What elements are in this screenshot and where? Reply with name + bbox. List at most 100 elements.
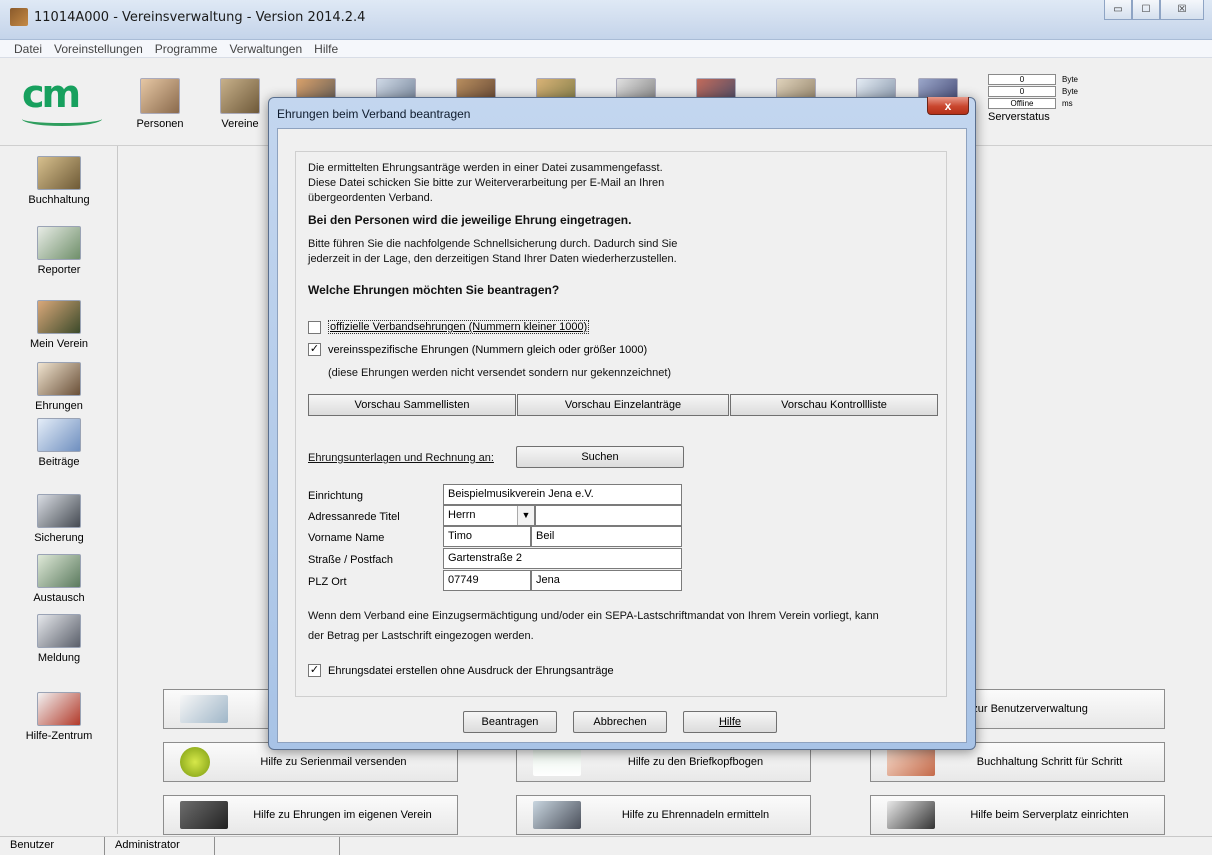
server-unit: Byte [1062,75,1079,84]
checkbox-official-box[interactable] [308,320,321,334]
persons-icon [140,78,180,114]
window-close-button[interactable]: ☒ [1160,0,1204,20]
checkbox-club-box[interactable]: ✓ [308,343,321,356]
hilfe-button-label: Hilfe [718,716,741,728]
status-user-value: Administrator [105,837,215,855]
help-button-label: Hilfe zu Ehrennadeln ermitteln [621,809,770,821]
help-button-label: Hilfe zu den Briefkopfbogen [627,756,764,768]
vorname-field[interactable]: Timo [443,526,531,547]
sidebar-item-meldung[interactable]: Meldung [0,614,118,664]
minimize-button[interactable]: ▭ [1104,0,1132,20]
server-status-panel: 0 Byte 0 Byte Offline ms Serverstatus [988,74,1108,123]
server-bytes-received: 0 [988,86,1056,97]
search-button[interactable]: Suchen [516,446,684,468]
abbrechen-button[interactable]: Abbrechen [573,711,667,733]
sidebar-item-reporter[interactable]: Reporter [0,226,118,276]
sidebar-item-mein-verein[interactable]: Mein Verein [0,300,118,350]
sidebar-item-label: Buchhaltung [28,194,90,206]
backup-line-2: jederzeit in der Lage, den derzeitigen S… [308,253,677,265]
ambulance-icon [37,692,81,726]
sidebar-item-label: Sicherung [34,532,84,544]
sidebar-item-hilfe-zentrum[interactable]: Hilfe-Zentrum [0,692,118,742]
report-laptop-icon [37,614,81,648]
honors-icon [37,362,81,396]
letterhead-icon [533,748,581,776]
maximize-button[interactable]: ☐ [1132,0,1160,20]
sidebar-item-buchhaltung[interactable]: Buchhaltung [0,156,118,206]
dialog-content-frame: Die ermittelten Ehrungsanträge werden in… [295,151,947,697]
group-photo-icon [180,801,228,829]
dialog-ehrungen-beantragen: Ehrungen beim Verband beantragen x Die e… [268,97,976,750]
fees-icon [37,418,81,452]
menu-datei[interactable]: Datei [8,40,48,57]
app-icon [10,8,28,26]
backup-laptop-icon [37,494,81,528]
preview-sammellisten-button[interactable]: Vorschau Sammellisten [308,394,516,416]
menu-verwaltungen[interactable]: Verwaltungen [223,40,308,57]
menu-programme[interactable]: Programme [149,40,224,57]
server-unit: ms [1062,99,1073,108]
logo-swoosh [22,112,102,126]
sidebar-item-austausch[interactable]: Austausch [0,554,118,604]
checkbox-create-file[interactable]: ✓ Ehrungsdatei erstellen ohne Ausdruck d… [308,664,614,677]
office-worker-icon [887,801,935,829]
menu-hilfe[interactable]: Hilfe [308,40,344,57]
window-title: 11014A000 - Vereinsverwaltung - Version … [34,10,366,25]
preview-einzelantraege-button[interactable]: Vorschau Einzelanträge [517,394,729,416]
server-row: Offline ms [988,98,1108,109]
plz-ort-label: PLZ Ort [308,576,347,588]
sidebar-item-label: Austausch [33,592,85,604]
help-button-serverplatz[interactable]: Hilfe beim Serverplatz einrichten [870,795,1165,835]
ort-field[interactable]: Jena [531,570,682,591]
reporter-icon [37,226,81,260]
help-button-ehrennadeln[interactable]: Hilfe zu Ehrennadeln ermitteln [516,795,811,835]
help-button-label: Hilfe zu Ehrungen im eigenen Verein [253,809,432,821]
server-connection-state: Offline [988,98,1056,109]
strasse-label: Straße / Postfach [308,554,393,566]
sidebar-item-label: Mein Verein [29,338,89,350]
nachname-field[interactable]: Beil [531,526,682,547]
help-button-label: Hilfe beim Serverplatz einrichten [970,809,1129,821]
sidebar-item-label: Meldung [37,652,81,664]
recipient-label: Ehrungsunterlagen und Rechnung an: [308,452,494,464]
accounting-icon [37,156,81,190]
sidebar-item-sicherung[interactable]: Sicherung [0,494,118,544]
preview-kontrollliste-button[interactable]: Vorschau Kontrollliste [730,394,938,416]
intro-line-2: Diese Datei schicken Sie bitte zur Weite… [308,177,665,189]
toolbar-personen-label: Personen [136,118,184,130]
checkbox-official-honors[interactable]: offizielle Verbandsehrungen (Nummern kle… [308,320,590,334]
toolbar-vereine[interactable]: Vereine [214,78,266,130]
club-honors-note: (diese Ehrungen werden nicht versendet s… [328,367,672,379]
dialog-body: Die ermittelten Ehrungsanträge werden in… [277,128,967,743]
beantragen-button[interactable]: Beantragen [463,711,557,733]
sidebar-item-label: Ehrungen [35,400,83,412]
help-button-ehrungen-verein[interactable]: Hilfe zu Ehrungen im eigenen Verein [163,795,458,835]
help-button-label: Hilfe zu Serienmail versenden [260,756,407,768]
plz-field[interactable]: 07749 [443,570,531,591]
window-titlebar: 11014A000 - Vereinsverwaltung - Version … [0,0,1212,40]
anrede-select-value: Herrn [448,509,476,521]
menu-voreinstellungen[interactable]: Voreinstellungen [48,40,149,57]
window-controls: ▭ ☐ ☒ [1104,0,1204,20]
toolbar-personen[interactable]: Personen [134,78,186,130]
anrede-select[interactable]: Herrn ▼ [443,505,535,526]
anrede-label: Adressanrede Titel [308,511,400,523]
checkbox-create-file-box[interactable]: ✓ [308,664,321,677]
checkbox-official-label: offizielle Verbandsehrungen (Nummern kle… [328,320,590,334]
name-label: Vorname Name [308,532,385,544]
hilfe-button[interactable]: Hilfe [683,711,777,733]
einrichtung-label: Einrichtung [308,490,364,502]
logo-text: cm [22,72,81,116]
strasse-field[interactable]: Gartenstraße 2 [443,548,682,569]
server-unit: Byte [1062,87,1079,96]
cm-logo: cm [22,72,102,126]
sidebar-item-ehrungen[interactable]: Ehrungen [0,362,118,412]
sidebar-item-beitraege[interactable]: Beiträge [0,418,118,468]
sidebar-item-label: Beiträge [38,456,80,468]
chevron-down-icon[interactable]: ▼ [517,506,534,525]
dialog-close-button[interactable]: x [927,97,969,115]
einrichtung-field[interactable]: Beispielmusikverein Jena e.V. [443,484,682,505]
titel-field[interactable] [535,505,682,526]
checkbox-create-file-label: Ehrungsdatei erstellen ohne Ausdruck der… [328,664,614,677]
checkbox-club-honors[interactable]: ✓ vereinsspezifische Ehrungen (Nummern g… [308,343,647,356]
